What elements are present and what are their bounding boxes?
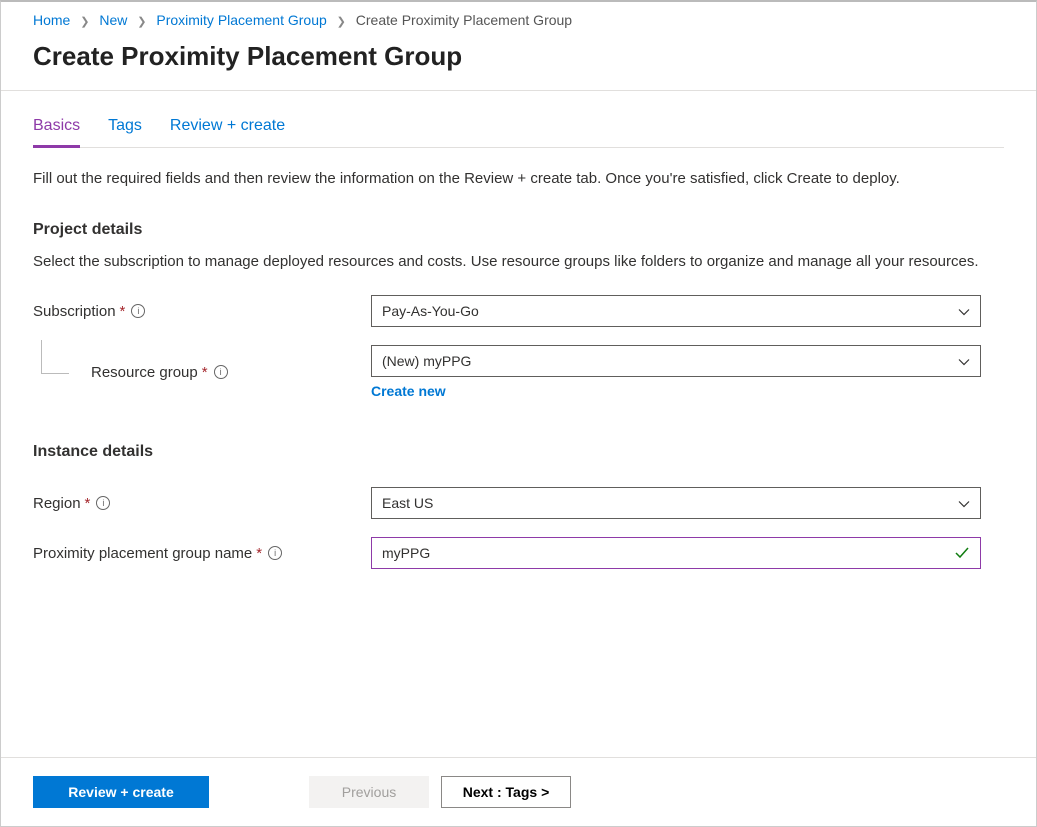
resource-group-select[interactable]: (New) myPPG bbox=[371, 345, 981, 377]
chevron-down-icon bbox=[958, 497, 970, 509]
create-new-link[interactable]: Create new bbox=[371, 383, 446, 399]
breadcrumb-ppg[interactable]: Proximity Placement Group bbox=[156, 12, 326, 28]
chevron-down-icon bbox=[958, 355, 970, 367]
content-area: Basics Tags Review + create Fill out the… bbox=[1, 91, 1036, 757]
required-asterisk: * bbox=[85, 495, 91, 512]
required-asterisk: * bbox=[120, 303, 126, 320]
breadcrumb-new[interactable]: New bbox=[99, 12, 127, 28]
subscription-value: Pay-As-You-Go bbox=[382, 303, 479, 319]
tab-basics[interactable]: Basics bbox=[33, 117, 80, 148]
info-icon[interactable]: i bbox=[268, 546, 282, 560]
chevron-right-icon: ❯ bbox=[337, 16, 346, 28]
previous-button: Previous bbox=[309, 776, 429, 808]
page-title: Create Proximity Placement Group bbox=[33, 41, 1004, 72]
chevron-down-icon bbox=[958, 305, 970, 317]
breadcrumb: Home ❯ New ❯ Proximity Placement Group ❯… bbox=[1, 2, 1036, 37]
create-ppg-page: Home ❯ New ❯ Proximity Placement Group ❯… bbox=[0, 0, 1037, 827]
info-icon[interactable]: i bbox=[214, 365, 228, 379]
region-row: Region * i East US bbox=[33, 487, 1004, 519]
instance-details-title: Instance details bbox=[33, 443, 1004, 461]
chevron-right-icon: ❯ bbox=[137, 16, 146, 28]
ppg-name-input[interactable]: myPPG bbox=[371, 537, 981, 569]
required-asterisk: * bbox=[202, 364, 208, 381]
tabs: Basics Tags Review + create bbox=[33, 91, 1004, 148]
tab-tags[interactable]: Tags bbox=[108, 117, 142, 148]
ppg-name-label: Proximity placement group name * i bbox=[33, 545, 371, 562]
intro-text: Fill out the required fields and then re… bbox=[33, 168, 1003, 191]
region-select[interactable]: East US bbox=[371, 487, 981, 519]
resource-group-row: Resource group * i (New) myPPG Create ne… bbox=[33, 345, 1004, 399]
subscription-select[interactable]: Pay-As-You-Go bbox=[371, 295, 981, 327]
tab-review-create[interactable]: Review + create bbox=[170, 117, 285, 148]
check-icon bbox=[954, 545, 970, 561]
ppg-name-row: Proximity placement group name * i myPPG bbox=[33, 537, 1004, 569]
title-bar: Create Proximity Placement Group bbox=[1, 37, 1036, 91]
breadcrumb-home[interactable]: Home bbox=[33, 12, 70, 28]
project-details-title: Project details bbox=[33, 221, 1004, 239]
info-icon[interactable]: i bbox=[131, 304, 145, 318]
footer-buttons: Review + create Previous Next : Tags > bbox=[1, 757, 1036, 826]
subscription-label: Subscription * i bbox=[33, 303, 371, 320]
region-value: East US bbox=[382, 495, 433, 511]
subscription-row: Subscription * i Pay-As-You-Go bbox=[33, 295, 1004, 327]
ppg-name-value: myPPG bbox=[382, 545, 430, 561]
review-create-button[interactable]: Review + create bbox=[33, 776, 209, 808]
required-asterisk: * bbox=[256, 545, 262, 562]
breadcrumb-current: Create Proximity Placement Group bbox=[356, 12, 572, 28]
info-icon[interactable]: i bbox=[96, 496, 110, 510]
indent-connector bbox=[41, 340, 69, 374]
region-label: Region * i bbox=[33, 495, 371, 512]
resource-group-value: (New) myPPG bbox=[382, 353, 471, 369]
project-details-desc: Select the subscription to manage deploy… bbox=[33, 251, 1003, 274]
chevron-right-icon: ❯ bbox=[80, 16, 89, 28]
resource-group-label: Resource group * i bbox=[33, 364, 371, 381]
next-button[interactable]: Next : Tags > bbox=[441, 776, 571, 808]
